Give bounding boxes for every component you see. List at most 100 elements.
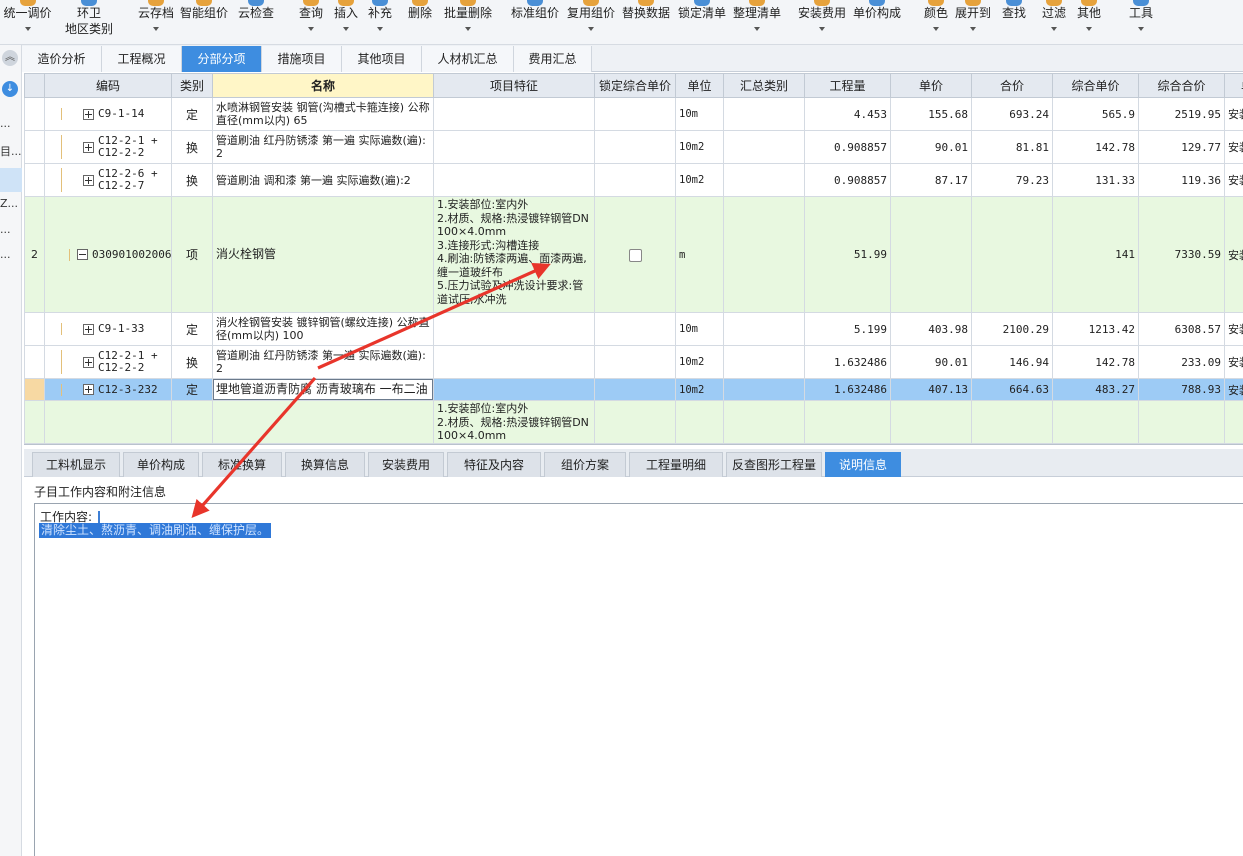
name-edit-input[interactable]: 埋地管道沥青防腐 沥青玻璃布 一布二油: [213, 379, 433, 400]
total-price-cell[interactable]: 2100.29: [971, 312, 1053, 346]
toolbar-button-16[interactable]: 单价构成: [851, 0, 903, 44]
name-cell[interactable]: [212, 400, 434, 444]
comp-unit-price-cell[interactable]: 131.33: [1052, 163, 1139, 197]
detail-text-area[interactable]: 工作内容: 清除尘土、熬沥青、调油刷油、缠保护层。: [34, 503, 1243, 856]
feature-cell[interactable]: [433, 163, 595, 197]
lock-price-cell[interactable]: [594, 196, 676, 313]
name-cell[interactable]: 埋地管道沥青防腐 沥青玻璃布 一布二油: [212, 378, 434, 401]
toolbar-button-21[interactable]: 其他: [1073, 0, 1105, 44]
unit-cell[interactable]: 10m2: [675, 345, 724, 379]
code-cell[interactable]: C12-2-6 + C12-2-7: [44, 163, 172, 197]
tab-5[interactable]: 人材机汇总: [422, 46, 514, 72]
unit-price-cell[interactable]: [890, 400, 972, 444]
comp-total-cell[interactable]: 129.77: [1138, 130, 1225, 164]
column-header-4[interactable]: 项目特征: [433, 73, 595, 98]
column-header-12[interactable]: 综合合价: [1138, 73, 1225, 98]
comp-unit-price-cell[interactable]: 141: [1052, 196, 1139, 313]
table-row[interactable]: C12-3-232 定埋地管道沥青防腐 沥青玻璃布 一布二油 10m2 1.63248…: [24, 378, 1243, 401]
collapse-up-icon[interactable]: ︽: [2, 50, 18, 66]
toolbar-button-15[interactable]: 安装费用: [795, 0, 849, 44]
expand-plus-icon[interactable]: [83, 384, 94, 395]
toolbar-button-2[interactable]: 云存档: [135, 0, 177, 44]
table-row[interactable]: C12-2-6 + C12-2-7 换管道刷油 调和漆 第一遍 实际遍数(遍):2…: [24, 163, 1243, 197]
toolbar-button-11[interactable]: 复用组价: [564, 0, 618, 44]
quantity-cell[interactable]: 51.99: [804, 196, 891, 313]
code-cell[interactable]: 030901002006: [44, 196, 172, 313]
quantity-cell[interactable]: 1.632486: [804, 345, 891, 379]
quantity-cell[interactable]: 0.908857: [804, 163, 891, 197]
tab-0[interactable]: 造价分析: [22, 46, 102, 72]
extra-cell[interactable]: 安装: [1224, 345, 1243, 379]
toolbar-button-1[interactable]: 环卫 地区类别: [58, 0, 120, 44]
detail-tab-2[interactable]: 标准换算: [202, 452, 282, 477]
feature-cell[interactable]: [433, 345, 595, 379]
name-cell[interactable]: 管道刷油 红丹防锈漆 第一遍 实际遍数(遍):2: [212, 130, 434, 164]
category-cell[interactable]: [723, 130, 805, 164]
column-header-1[interactable]: 编码: [44, 73, 172, 98]
toolbar-button-14[interactable]: 整理清单: [730, 0, 784, 44]
nav-fragment[interactable]: ...: [0, 117, 22, 130]
lock-price-cell[interactable]: [594, 130, 676, 164]
category-cell[interactable]: [723, 345, 805, 379]
quantity-cell[interactable]: 4.453: [804, 97, 891, 131]
total-price-cell[interactable]: 81.81: [971, 130, 1053, 164]
feature-cell[interactable]: 1.安装部位:室内外 2.材质、规格:热浸镀锌钢管DN100×4.0mm: [433, 400, 595, 444]
quantity-cell[interactable]: [804, 400, 891, 444]
feature-cell[interactable]: [433, 378, 595, 401]
tab-6[interactable]: 费用汇总: [514, 46, 592, 72]
unit-price-cell[interactable]: 87.17: [890, 163, 972, 197]
extra-cell[interactable]: 安装: [1224, 97, 1243, 131]
detail-tab-3[interactable]: 换算信息: [285, 452, 365, 477]
toolbar-button-22[interactable]: 工具: [1125, 0, 1157, 44]
nav-fragment[interactable]: Z...: [0, 197, 22, 210]
feature-cell[interactable]: 1.安装部位:室内外 2.材质、规格:热浸镀锌钢管DN100×4.0mm 3.连…: [433, 196, 595, 313]
feature-cell[interactable]: [433, 312, 595, 346]
name-cell[interactable]: 消火栓钢管安装 镀锌钢管(螺纹连接) 公称直径(mm以内) 100: [212, 312, 434, 346]
toolbar-button-6[interactable]: 插入: [331, 0, 361, 44]
column-header-7[interactable]: 汇总类别: [723, 73, 805, 98]
comp-total-cell[interactable]: 788.93: [1138, 378, 1225, 401]
category-cell[interactable]: [723, 400, 805, 444]
tab-4[interactable]: 其他项目: [342, 46, 422, 72]
category-cell[interactable]: [723, 312, 805, 346]
name-cell[interactable]: 管道刷油 调和漆 第一遍 实际遍数(遍):2: [212, 163, 434, 197]
code-cell[interactable]: [44, 400, 172, 444]
toolbar-button-10[interactable]: 标准组价: [508, 0, 562, 44]
table-row[interactable]: 1.安装部位:室内外 2.材质、规格:热浸镀锌钢管DN100×4.0mm: [24, 400, 1243, 444]
unit-cell[interactable]: 10m: [675, 312, 724, 346]
column-header-3[interactable]: 名称: [212, 73, 434, 98]
nav-fragment[interactable]: ...: [0, 223, 22, 236]
unit-cell[interactable]: [675, 400, 724, 444]
extra-cell[interactable]: [1224, 400, 1243, 444]
total-price-cell[interactable]: 693.24: [971, 97, 1053, 131]
unit-price-cell[interactable]: [890, 196, 972, 313]
name-cell[interactable]: 水喷淋钢管安装 钢管(沟槽式卡箍连接) 公称直径(mm以内) 65: [212, 97, 434, 131]
unit-cell[interactable]: 10m: [675, 97, 724, 131]
tab-1[interactable]: 工程概况: [102, 46, 182, 72]
lock-price-cell[interactable]: [594, 97, 676, 131]
nav-fragment[interactable]: ...: [0, 248, 22, 261]
column-header-11[interactable]: 综合单价: [1052, 73, 1139, 98]
quantity-cell[interactable]: 1.632486: [804, 378, 891, 401]
toolbar-button-5[interactable]: 查询: [294, 0, 328, 44]
column-header-8[interactable]: 工程量: [804, 73, 891, 98]
expand-plus-icon[interactable]: [83, 323, 94, 335]
code-cell[interactable]: C9-1-33: [44, 312, 172, 346]
comp-total-cell[interactable]: 233.09: [1138, 345, 1225, 379]
category-cell[interactable]: [723, 97, 805, 131]
comp-unit-price-cell[interactable]: 142.78: [1052, 345, 1139, 379]
collapse-minus-icon[interactable]: [77, 249, 88, 260]
toolbar-button-19[interactable]: 查找: [998, 0, 1030, 44]
name-cell[interactable]: 消火栓钢管: [212, 196, 434, 313]
unit-cell[interactable]: 10m2: [675, 130, 724, 164]
toolbar-button-4[interactable]: 云检查: [235, 0, 277, 44]
detail-tab-0[interactable]: 工料机显示: [32, 452, 120, 477]
type-cell[interactable]: 定: [171, 312, 213, 346]
toolbar-button-17[interactable]: 颜色: [920, 0, 952, 44]
name-cell[interactable]: 管道刷油 红丹防锈漆 第一遍 实际遍数(遍):2: [212, 345, 434, 379]
comp-total-cell[interactable]: 2519.95: [1138, 97, 1225, 131]
table-row[interactable]: 2 030901002006 项消火栓钢管 1.安装部位:室内外 2.材质、规格:热浸…: [24, 196, 1243, 313]
comp-total-cell[interactable]: 7330.59: [1138, 196, 1225, 313]
column-header-2[interactable]: 类别: [171, 73, 213, 98]
total-price-cell[interactable]: 664.63: [971, 378, 1053, 401]
